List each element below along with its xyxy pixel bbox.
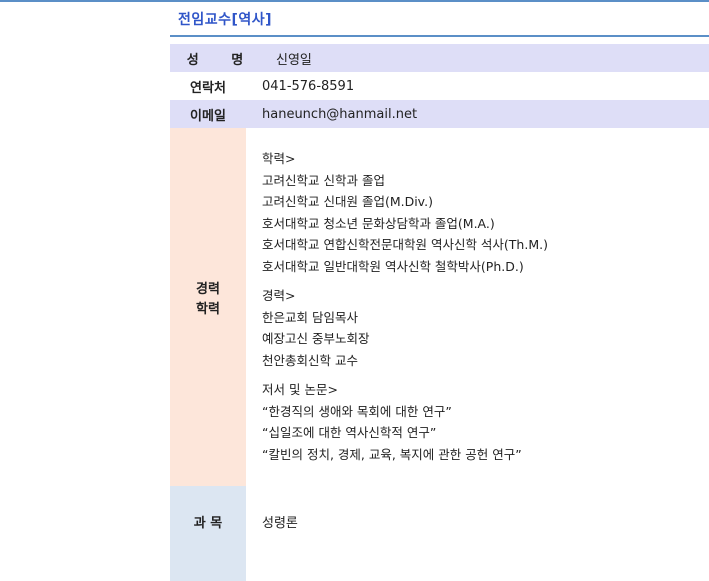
education-item: 호서대학교 일반대학원 역사신학 철학박사(Ph.D.) — [262, 258, 524, 274]
education-group: 학력> 고려신학교 신학과 졸업 고려신학교 신대원 졸업(M.Div.) 호서… — [262, 148, 709, 277]
publication-item: “칼빈의 정치, 경제, 교육, 복지에 관한 공헌 연구” — [262, 446, 522, 462]
subject-row: 과 목 성령론 — [170, 486, 709, 581]
career-row: 경력 학력 학력> 고려신학교 신학과 졸업 고려신학교 신대원 졸업(M.Di… — [170, 128, 709, 486]
publications-heading: 저서 및 논문> — [262, 382, 338, 397]
education-item: 호서대학교 연합신학전문대학원 역사신학 석사(Th.M.) — [262, 237, 548, 252]
profile-table: 성 명 신영일 연락처 041-576-8591 이메일 haneunch@ha… — [170, 44, 709, 581]
career-label-line1: 경력 — [196, 282, 220, 297]
page-header: 전임교수[역사] — [170, 2, 709, 37]
name-label: 성 명 — [170, 44, 260, 72]
experience-group: 경력> 한은교회 담임목사 예장고신 중부노회장 천안총회신학 교수 — [262, 285, 709, 371]
subject-value: 성령론 — [262, 516, 298, 531]
experience-item: 예장고신 중부노회장 — [262, 331, 370, 346]
page: 전임교수[역사] 성 명 신영일 연락처 041-576-8591 이메일 ha… — [0, 0, 709, 581]
education-item: 고려신학교 신대원 졸업(M.Div.) — [262, 194, 433, 209]
career-label-line2: 학력 — [196, 302, 220, 317]
experience-item: 천안총회신학 교수 — [262, 352, 358, 368]
publication-item: “십일조에 대한 역사신학적 연구” — [262, 425, 437, 440]
career-value: 학력> 고려신학교 신학과 졸업 고려신학교 신대원 졸업(M.Div.) 호서… — [246, 128, 709, 486]
email-row: 이메일 haneunch@hanmail.net — [170, 100, 709, 128]
education-heading: 학력> — [262, 151, 296, 166]
email-value: haneunch@hanmail.net — [246, 100, 709, 128]
name-row: 성 명 신영일 — [170, 44, 709, 72]
contact-value: 041-576-8591 — [246, 72, 709, 100]
education-item: 호서대학교 청소년 문화상담학과 졸업(M.A.) — [262, 215, 495, 231]
name-value: 신영일 — [260, 44, 709, 72]
education-item: 고려신학교 신학과 졸업 — [262, 172, 385, 188]
page-title: 전임교수[역사] — [178, 12, 273, 28]
contact-row: 연락처 041-576-8591 — [170, 72, 709, 100]
subject-label: 과 목 — [170, 486, 246, 581]
contact-label: 연락처 — [170, 72, 246, 100]
experience-heading: 경력> — [262, 288, 296, 303]
career-label: 경력 학력 — [170, 128, 246, 486]
publications-group: 저서 및 논문> “한경직의 생애와 목회에 대한 연구” “십일조에 대한 역… — [262, 379, 709, 465]
publication-item: “한경직의 생애와 목회에 대한 연구” — [262, 403, 452, 419]
email-label: 이메일 — [170, 100, 246, 128]
experience-item: 한은교회 담임목사 — [262, 309, 358, 325]
